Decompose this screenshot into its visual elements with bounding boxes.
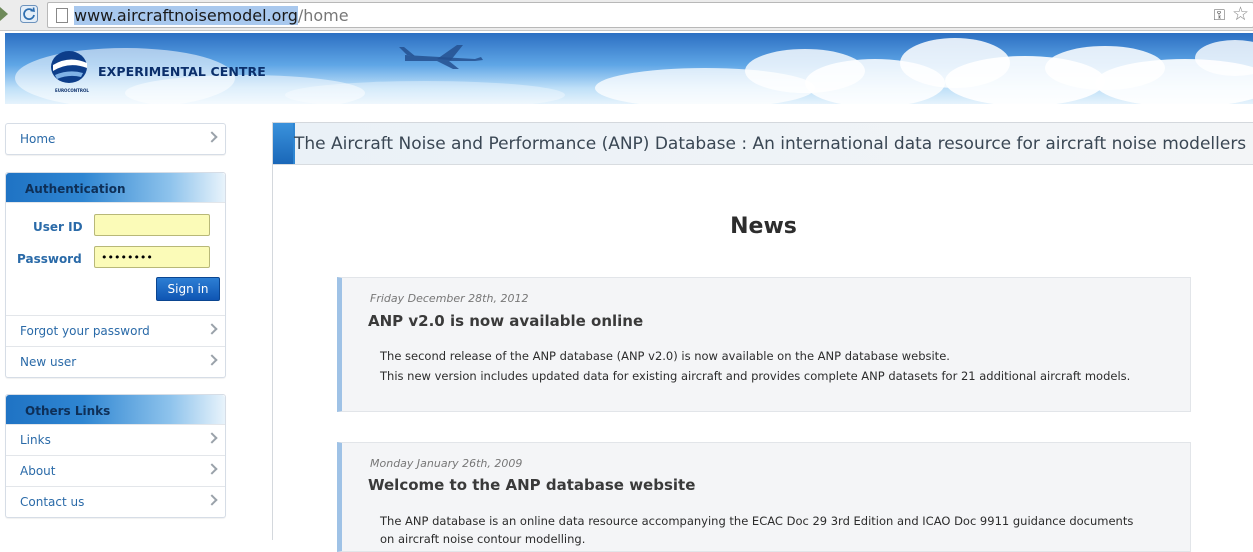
chevron-right-icon: [206, 131, 218, 143]
sidebar-item-about[interactable]: About: [6, 455, 225, 486]
chevron-right-icon: [206, 494, 218, 506]
user-id-input[interactable]: [94, 214, 210, 236]
key-icon[interactable]: ⚿: [1214, 6, 1225, 24]
login-form: User ID Password Sign in: [6, 202, 225, 315]
sidebar-item-label[interactable]: Forgot your password: [20, 324, 150, 338]
home-nav-box: Home: [5, 123, 226, 155]
other-links-header: Others Links: [6, 395, 225, 424]
news-text-line: The ANP database is an online data resou…: [380, 514, 1134, 528]
sidebar-item-contact-us[interactable]: Contact us: [6, 486, 225, 517]
sidebar-item-label[interactable]: New user: [20, 355, 76, 369]
page-icon: [56, 8, 68, 23]
sidebar-item-label[interactable]: About: [20, 464, 55, 478]
address-bar[interactable]: www.aircraftnoisemodel.org/home ⚿ ☆: [47, 2, 1253, 28]
news-text-line: The second release of the ANP database (…: [380, 349, 950, 363]
news-item: Friday December 28th, 2012 ANP v2.0 is n…: [337, 277, 1191, 412]
eurocontrol-logo: [51, 51, 87, 83]
sidebar-item-label[interactable]: Home: [20, 132, 55, 146]
play-icon[interactable]: [0, 7, 8, 21]
sidebar-item-new-user[interactable]: New user: [6, 346, 225, 377]
password-label: Password: [17, 252, 82, 266]
sidebar-item-label[interactable]: Contact us: [20, 495, 84, 509]
other-links-box: Others Links Links About Contact us: [5, 394, 226, 518]
site-banner: EXPERIMENTAL CENTRE EUROCONTROL: [5, 33, 1253, 104]
main-header: The Aircraft Noise and Performance (ANP)…: [273, 123, 1253, 165]
news-heading: News: [730, 214, 797, 239]
user-id-label: User ID: [33, 220, 83, 234]
page-title: The Aircraft Noise and Performance (ANP)…: [294, 134, 1247, 154]
news-headline: ANP v2.0 is now available online: [368, 312, 644, 330]
chevron-right-icon: [206, 323, 218, 335]
sidebar-item-home[interactable]: Home: [6, 124, 225, 154]
chevron-right-icon: [206, 354, 218, 366]
authentication-title: Authentication: [25, 182, 126, 196]
browser-toolbar: www.aircraftnoisemodel.org/home ⚿ ☆: [0, 0, 1253, 31]
password-input[interactable]: [94, 246, 210, 268]
news-date: Monday January 26th, 2009: [370, 457, 523, 470]
main-content: The Aircraft Noise and Performance (ANP)…: [272, 122, 1253, 552]
authentication-box: Authentication User ID Password Sign in …: [5, 172, 226, 378]
reload-icon[interactable]: [20, 5, 38, 23]
news-text-line: on aircraft noise contour modelling.: [380, 532, 586, 546]
other-links-title: Others Links: [25, 404, 111, 418]
bookmark-star-icon[interactable]: ☆: [1232, 3, 1249, 25]
sign-in-button[interactable]: Sign in: [156, 277, 220, 301]
logo-text: EXPERIMENTAL CENTRE: [98, 64, 266, 79]
chevron-right-icon: [206, 463, 218, 475]
sidebar-item-links[interactable]: Links: [6, 424, 225, 455]
url-text[interactable]: www.aircraftnoisemodel.org/home: [74, 6, 349, 25]
header-accent: [273, 123, 293, 164]
logo-subtext: EUROCONTROL: [55, 88, 89, 93]
news-text-line: This new version includes updated data f…: [380, 369, 1131, 383]
authentication-header: Authentication: [6, 173, 225, 202]
news-date: Friday December 28th, 2012: [370, 292, 529, 305]
news-item: Monday January 26th, 2009 Welcome to the…: [337, 442, 1191, 552]
sidebar-item-forgot-password[interactable]: Forgot your password: [6, 315, 225, 346]
news-headline: Welcome to the ANP database website: [368, 476, 696, 494]
chevron-right-icon: [206, 432, 218, 444]
sidebar-item-label[interactable]: Links: [20, 433, 51, 447]
